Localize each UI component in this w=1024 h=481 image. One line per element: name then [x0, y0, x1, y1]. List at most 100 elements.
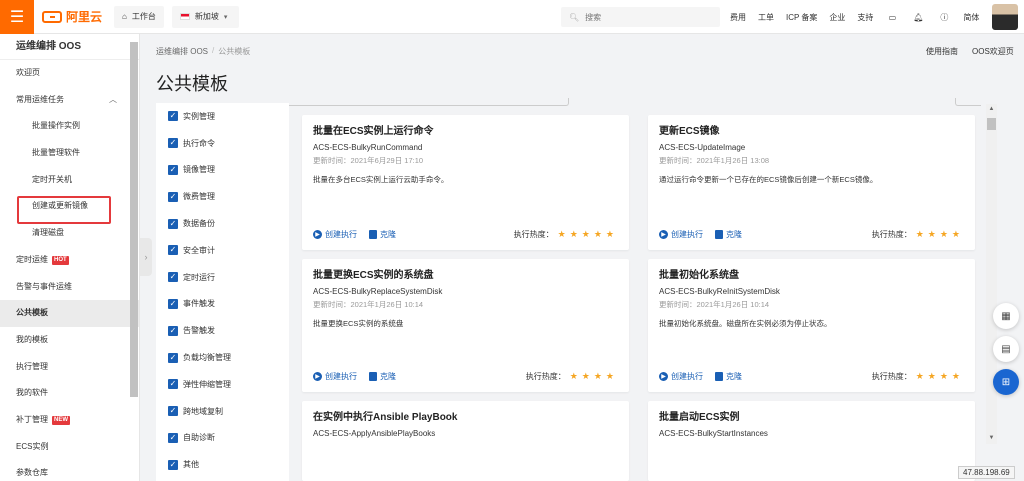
- create-execution-button[interactable]: ▶ 创建执行: [659, 371, 703, 382]
- terminal-icon[interactable]: ▭: [885, 10, 899, 24]
- qr-code-button[interactable]: ▦: [993, 303, 1019, 329]
- template-card[interactable]: 在实例中执行Ansible PlayBook ACS-ECS-ApplyAnsi…: [302, 401, 629, 481]
- checkbox-checked-icon[interactable]: ✓: [168, 432, 178, 443]
- create-execution-button[interactable]: ▶ 创建执行: [313, 371, 357, 382]
- template-search-dropdown[interactable]: [289, 98, 569, 106]
- star-rating: ★★★★★: [557, 229, 618, 239]
- sidebar-item-public-templates[interactable]: 公共模板: [0, 300, 139, 327]
- filter-item[interactable]: ✓ 安全审计: [156, 237, 289, 264]
- sidebar-item-parameters[interactable]: 参数仓库: [0, 460, 139, 481]
- filter-item[interactable]: ✓ 弹性伸缩管理: [156, 371, 289, 398]
- checkbox-checked-icon[interactable]: ✓: [168, 111, 178, 122]
- create-execution-button[interactable]: ▶ 创建执行: [313, 229, 357, 240]
- sidebar-item-patch[interactable]: 补丁管理 NEW: [0, 407, 139, 434]
- filter-item[interactable]: ✓ 跨地域复制: [156, 398, 289, 425]
- template-card[interactable]: 批量在ECS实例上运行命令 ACS-ECS-BulkyRunCommand 更新…: [302, 115, 629, 250]
- filter-item[interactable]: ✓ 其他: [156, 451, 289, 478]
- nav-link-tickets[interactable]: 工单: [758, 12, 774, 23]
- filter-item[interactable]: ✓ 微费管理: [156, 183, 289, 210]
- filter-label: 自助诊断: [183, 433, 215, 443]
- language-switch[interactable]: 简体: [963, 12, 979, 23]
- sort-dropdown[interactable]: [955, 98, 981, 106]
- card-title[interactable]: 在实例中执行Ansible PlayBook: [313, 412, 618, 424]
- sidebar-item-executions[interactable]: 执行管理: [0, 354, 139, 381]
- sidebar-item-welcome[interactable]: 欢迎页: [0, 60, 139, 87]
- nav-link-billing[interactable]: 费用: [730, 12, 746, 23]
- clone-button[interactable]: 克隆: [369, 229, 396, 240]
- template-card[interactable]: 批量更换ECS实例的系统盘 ACS-ECS-BulkyReplaceSystem…: [302, 259, 629, 392]
- checkbox-checked-icon[interactable]: ✓: [168, 406, 178, 417]
- filter-item[interactable]: ✓ 数据备份: [156, 210, 289, 237]
- hamburger-menu-button[interactable]: ☰: [0, 0, 34, 34]
- nav-link-icp[interactable]: ICP 备案: [786, 12, 817, 23]
- sidebar-item-alarm-ops[interactable]: 告警与事件运维: [0, 274, 139, 301]
- card-description: 批量在多台ECS实例上运行云助手命令。: [313, 175, 449, 184]
- card-updated-time: 更新时间：2021年1月26日 13:08: [659, 156, 770, 165]
- bell-icon[interactable]: 🔔︎: [911, 10, 925, 24]
- card-title[interactable]: 批量初始化系统盘: [659, 270, 964, 282]
- sidebar-collapse-handle[interactable]: ›: [140, 238, 152, 276]
- checkbox-checked-icon[interactable]: ✓: [168, 272, 178, 283]
- scrollbar-thumb[interactable]: [987, 118, 996, 130]
- filter-item[interactable]: ✓ 执行命令: [156, 130, 289, 157]
- apps-button[interactable]: ⊞: [993, 369, 1019, 395]
- checkbox-checked-icon[interactable]: ✓: [168, 379, 178, 390]
- workbench-button[interactable]: ⌂ 工作台: [114, 5, 164, 28]
- checkbox-checked-icon[interactable]: ✓: [168, 352, 178, 363]
- clone-button[interactable]: 克隆: [715, 371, 742, 382]
- sidebar-item-common-tasks[interactable]: 常用运维任务 ︿: [0, 87, 139, 114]
- card-title[interactable]: 批量在ECS实例上运行命令: [313, 126, 618, 138]
- filter-item[interactable]: ✓ 镜像管理: [156, 157, 289, 184]
- checkbox-checked-icon[interactable]: ✓: [168, 138, 178, 149]
- sidebar-item-batch-software[interactable]: 批量管理软件: [0, 140, 139, 167]
- clone-button[interactable]: 克隆: [369, 371, 396, 382]
- checkbox-checked-icon[interactable]: ✓: [168, 325, 178, 336]
- card-title[interactable]: 批量启动ECS实例: [659, 412, 964, 424]
- sidebar-item-batch-instances[interactable]: 批量操作实例: [0, 113, 139, 140]
- sidebar-item-label: 告警与事件运维: [16, 281, 72, 291]
- aliyun-logo[interactable]: 阿里云: [42, 8, 102, 25]
- checkbox-checked-icon[interactable]: ✓: [168, 191, 178, 202]
- template-card[interactable]: 更新ECS镜像 ACS-ECS-UpdateImage 更新时间：2021年1月…: [648, 115, 975, 250]
- oos-welcome-link[interactable]: OOS欢迎页: [972, 46, 1014, 57]
- search-input[interactable]: [585, 12, 706, 22]
- sidebar-item-ecs[interactable]: ECS实例: [0, 434, 139, 461]
- scroll-down-icon[interactable]: ▼: [987, 434, 996, 443]
- filter-item[interactable]: ✓ 事件触发: [156, 291, 289, 318]
- card-title[interactable]: 更新ECS镜像: [659, 126, 964, 138]
- sidebar-item-my-templates[interactable]: 我的模板: [0, 327, 139, 354]
- feedback-button[interactable]: ▤: [993, 336, 1019, 362]
- filter-item[interactable]: ✓ 实例管理: [156, 103, 289, 130]
- clone-label: 克隆: [726, 230, 742, 239]
- filter-item[interactable]: ✓ 负载均衡管理: [156, 344, 289, 371]
- filter-item[interactable]: ✓ 自助诊断: [156, 425, 289, 452]
- nav-link-support[interactable]: 支持: [857, 12, 873, 23]
- breadcrumb-parent[interactable]: 运维编排 OOS: [156, 46, 208, 57]
- checkbox-checked-icon[interactable]: ✓: [168, 164, 178, 175]
- guide-link[interactable]: 使用指南: [926, 46, 958, 57]
- sidebar-item-clean-disk[interactable]: 清理磁盘: [0, 220, 139, 247]
- clone-button[interactable]: 克隆: [715, 229, 742, 240]
- sidebar-scrollbar[interactable]: [130, 42, 138, 397]
- template-card[interactable]: 批量初始化系统盘 ACS-ECS-BulkyReInitSystemDisk 更…: [648, 259, 975, 392]
- scroll-up-icon[interactable]: ▲: [987, 105, 996, 114]
- main-scrollbar[interactable]: ▲ ▼: [986, 104, 997, 444]
- help-icon[interactable]: ⓘ: [937, 10, 951, 24]
- create-execution-label: 创建执行: [325, 230, 357, 239]
- checkbox-checked-icon[interactable]: ✓: [168, 218, 178, 229]
- sidebar-item-scheduled-power[interactable]: 定时开关机: [0, 167, 139, 194]
- search-box[interactable]: 🔍︎: [561, 7, 720, 27]
- filter-item[interactable]: ✓ 告警触发: [156, 317, 289, 344]
- sidebar-item-scheduled-ops[interactable]: 定时运维 HOT: [0, 247, 139, 274]
- checkbox-checked-icon[interactable]: ✓: [168, 245, 178, 256]
- region-selector[interactable]: 新加坡 ▾: [171, 5, 240, 28]
- filter-item[interactable]: ✓ 定时运行: [156, 264, 289, 291]
- create-execution-button[interactable]: ▶ 创建执行: [659, 229, 703, 240]
- checkbox-checked-icon[interactable]: ✓: [168, 298, 178, 309]
- checkbox-checked-icon[interactable]: ✓: [168, 459, 178, 470]
- nav-link-enterprise[interactable]: 企业: [829, 12, 845, 23]
- template-card[interactable]: 批量启动ECS实例 ACS-ECS-BulkyStartInstances: [648, 401, 975, 481]
- avatar[interactable]: [992, 4, 1018, 30]
- sidebar-item-my-software[interactable]: 我的软件: [0, 380, 139, 407]
- card-title[interactable]: 批量更换ECS实例的系统盘: [313, 270, 618, 282]
